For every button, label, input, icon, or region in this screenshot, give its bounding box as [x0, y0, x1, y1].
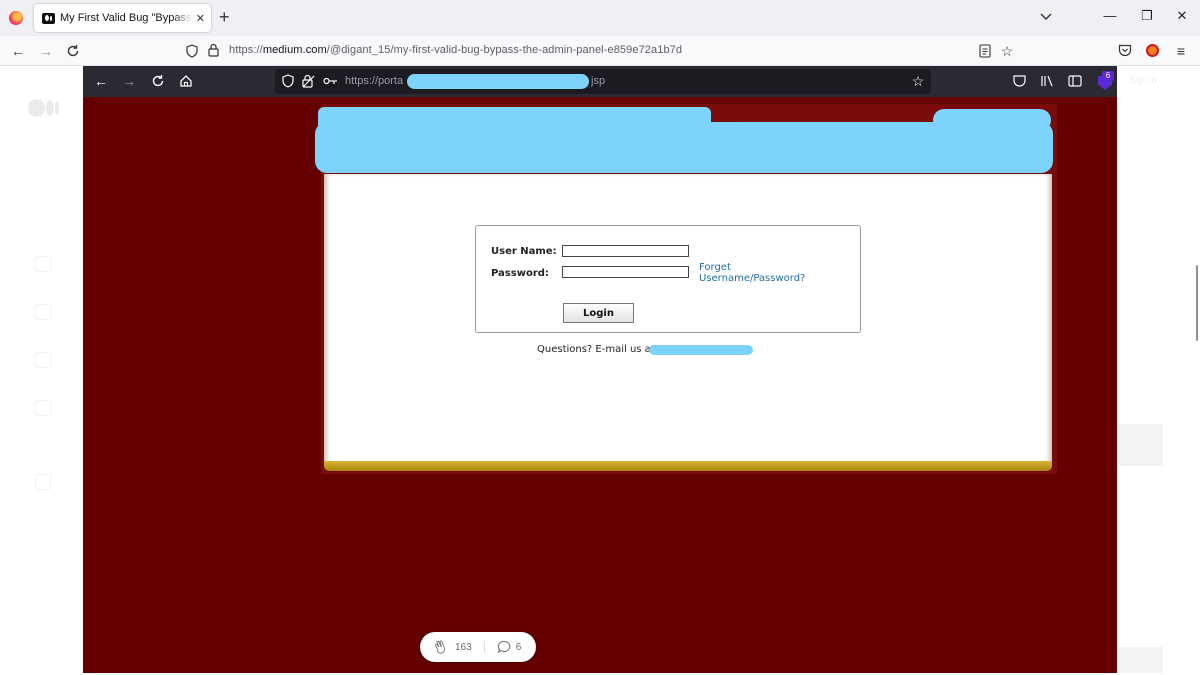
browser-tab-strip: My First Valid Bug "Bypass the Admin Pan… [0, 0, 1200, 36]
clap-icon[interactable] [433, 639, 449, 655]
recommended-thumbnail[interactable] [1119, 647, 1163, 673]
app-menu-icon[interactable]: ≡ [1172, 42, 1190, 60]
embedded-insecure-lock-icon [302, 74, 315, 88]
embedded-sidebar-icon [1068, 75, 1082, 87]
response-count: 6 [515, 641, 522, 653]
write-nav-icon[interactable] [35, 474, 51, 490]
page-scrollbar[interactable] [1196, 265, 1198, 341]
firefox-logo-icon[interactable] [9, 11, 23, 25]
stories-nav-icon[interactable] [35, 400, 51, 416]
minimize-button[interactable]: — [1100, 8, 1120, 23]
password-field[interactable] [562, 266, 689, 278]
pocket-icon[interactable] [1118, 44, 1132, 57]
url-redaction [407, 74, 589, 89]
embedded-pocket-icon [1013, 75, 1026, 87]
forward-arrow-icon[interactable]: → [37, 42, 55, 60]
embedded-reload-icon [152, 75, 164, 87]
medium-logo-icon[interactable] [28, 99, 60, 117]
extension-badge: 6 [1102, 71, 1114, 81]
login-form: User Name: Password: Forget Username/Pas… [475, 225, 861, 333]
forget-credentials-link[interactable]: Forget Username/Password? [699, 262, 805, 284]
gold-footer-bar [324, 461, 1052, 471]
bookmark-star-icon[interactable]: ☆ [998, 42, 1016, 60]
recommended-thumbnail[interactable] [1119, 424, 1163, 466]
embedded-key-icon [323, 77, 337, 85]
embedded-home-icon [180, 75, 192, 87]
medium-favicon-icon [42, 12, 55, 24]
embedded-url-start: https://porta [345, 75, 404, 87]
article-screenshot-image: ← → https://porta jsp ☆ 6 User Name: Pas… [83, 66, 1117, 673]
tab-close-icon[interactable]: ✕ [196, 12, 205, 25]
list-all-tabs-icon[interactable] [1039, 9, 1053, 23]
embedded-browser-toolbar: ← → https://porta jsp ☆ 6 [83, 66, 1117, 97]
username-field[interactable] [562, 245, 689, 257]
username-label: User Name: [491, 246, 557, 257]
embedded-shield-icon [282, 74, 294, 88]
engagement-bar: 163 6 [420, 632, 536, 662]
browser-tab[interactable]: My First Valid Bug "Bypass the Admin Pan… [34, 4, 211, 32]
navigation-toolbar: ← → https://medium.com/@digant_15/my-fir… [0, 36, 1200, 66]
forget-link-line: Forget [699, 262, 731, 273]
pill-divider [483, 641, 485, 653]
new-tab-button[interactable]: + [219, 7, 230, 27]
restore-button[interactable]: ❐ [1137, 8, 1157, 24]
clap-count: 163 [455, 641, 472, 653]
url-scheme: https:// [229, 44, 263, 56]
reader-view-icon[interactable] [979, 44, 991, 58]
url-domain: medium.com [262, 44, 327, 56]
extension-icon[interactable] [1146, 44, 1159, 57]
tab-title: My First Valid Bug "Bypass the Admin Pan… [60, 12, 193, 24]
embedded-library-icon [1041, 75, 1053, 87]
email-redaction [649, 345, 753, 355]
close-window-button[interactable]: ✕ [1172, 8, 1192, 24]
forget-link-line: Username/Password? [699, 273, 806, 284]
response-bubble-icon[interactable] [497, 640, 511, 654]
lock-icon[interactable] [208, 43, 219, 57]
back-arrow-icon[interactable]: ← [9, 42, 27, 60]
embedded-star-icon: ☆ [911, 73, 925, 89]
password-label: Password: [491, 268, 549, 279]
url-path: /@digant_15/my-first-valid-bug-bypass-th… [326, 44, 683, 56]
login-button[interactable]: Login [563, 303, 634, 323]
embedded-back-icon: ← [94, 73, 108, 89]
reload-icon[interactable] [66, 44, 80, 58]
notifications-nav-icon[interactable] [35, 304, 51, 320]
questions-text: Questions? E-mail us at [537, 344, 655, 355]
address-bar-url[interactable]: https://medium.com/@digant_15/my-first-v… [229, 44, 682, 56]
header-redaction [933, 109, 1051, 131]
embedded-url-bar: https://porta jsp [275, 69, 931, 94]
tracking-shield-icon[interactable] [186, 44, 198, 58]
embedded-url-end: jsp [591, 75, 606, 87]
home-nav-icon[interactable] [35, 256, 51, 272]
sign-in-link[interactable]: Sign in [1129, 75, 1157, 85]
embedded-forward-icon: → [122, 73, 136, 89]
lists-nav-icon[interactable] [35, 352, 51, 368]
